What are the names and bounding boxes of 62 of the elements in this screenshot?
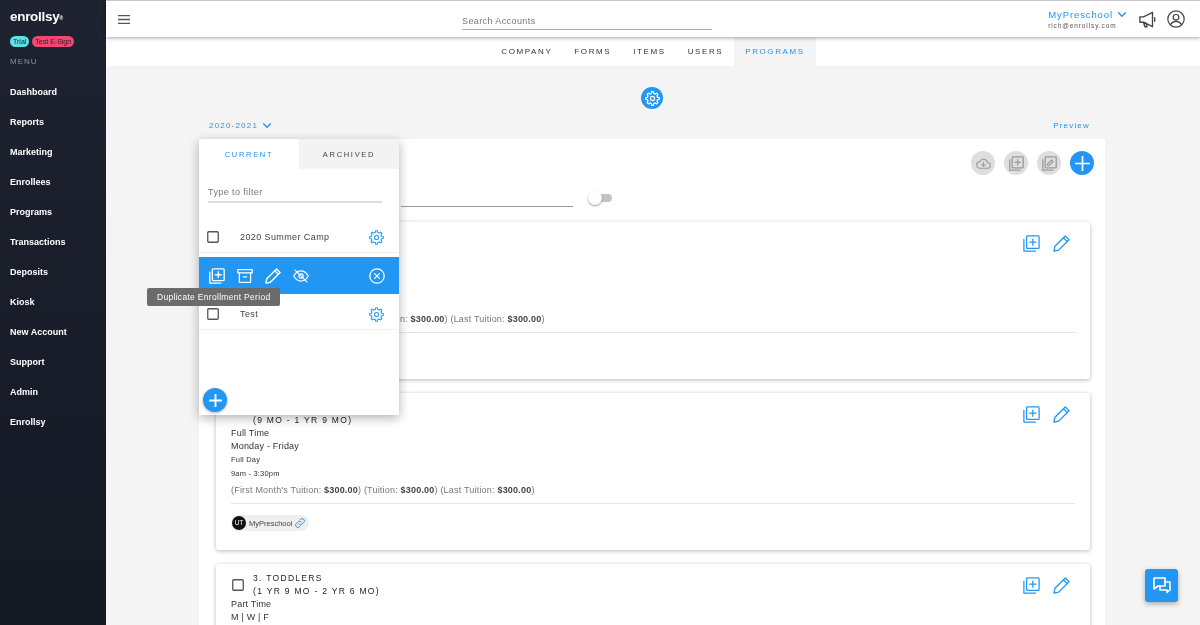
nav-tab[interactable]: ITEMS [622,37,677,66]
chevron-icon [1118,12,1126,17]
sidebar-item[interactable]: Admin [10,377,38,407]
duplicate-icon[interactable] [1023,234,1040,252]
duplicate-icon[interactable] [1023,405,1040,423]
tuition-text: n: $300.00) (Last Tuition: $300.00) [400,314,545,324]
sidebar-item[interactable]: Support [10,347,45,377]
chat-button[interactable] [1145,569,1178,602]
schedule-text: Full Time [231,428,270,438]
pencil-icon[interactable] [1053,405,1070,423]
schedule-text: Part Time [231,599,272,609]
close-icon[interactable] [369,267,385,284]
pencil-icon[interactable] [1053,234,1070,252]
nav-tab[interactable]: USERS [676,37,735,66]
days-text: M | W | F [231,612,269,622]
chevron-icon [263,122,272,128]
user-icon[interactable] [1167,10,1185,28]
settings-button[interactable] [641,87,663,109]
age-range: (1 YR 9 MO - 2 YR 6 MO) [253,586,380,596]
period-name[interactable]: Test [240,309,259,319]
pencil-icon[interactable] [1053,576,1070,594]
menu-heading: MENU [10,57,38,66]
archive-box-icon[interactable] [237,267,253,284]
pencil-copy-icon [1041,155,1057,171]
sidebar-item[interactable]: Programs [10,197,53,227]
program-title: 3. TODDLERS [253,573,323,583]
sidebar-item[interactable]: Enrollees [10,167,51,197]
settings-icon[interactable] [369,229,384,245]
link-icon[interactable] [295,518,306,528]
nav-tab[interactable]: COMPANY [490,37,564,66]
age-range: (9 MO - 1 YR 9 MO) [253,415,353,425]
add-button[interactable] [203,388,227,412]
duplicate-icon[interactable] [1023,576,1040,594]
search-field[interactable]: Search Accounts [462,16,712,30]
plus-icon [208,393,222,407]
sidebar-item[interactable]: Deposits [10,257,48,287]
toggle-switch[interactable] [588,191,612,205]
sidebar-item[interactable]: Kiosk [10,287,35,317]
sidebar-item[interactable]: New Account [10,317,67,347]
eye-slash-icon[interactable] [293,267,309,284]
period-name[interactable]: 2020 Summer Camp [240,232,330,242]
nav-tab[interactable]: FORMS [563,37,623,66]
settings-icon[interactable] [369,306,384,322]
duplicate-icon[interactable] [209,267,225,284]
duplicate-icon [1008,155,1024,171]
settings-icon [644,90,660,106]
plus-icon [1074,155,1090,171]
checkbox[interactable] [232,579,244,591]
menu-icon[interactable] [118,14,130,24]
sidebar-item[interactable]: Marketing [10,137,53,167]
days-text: Monday - Friday [231,441,300,451]
chat-icon [1152,577,1171,594]
sidebar-item[interactable]: Enrollsy [10,407,46,437]
tooltip: Duplicate Enrollment Period [147,288,281,306]
sidebar-item[interactable]: Reports [10,107,44,137]
add-button[interactable] [1070,151,1094,175]
checkbox[interactable] [207,231,219,243]
sidebar-item[interactable]: Transactions [10,227,66,257]
megaphone-icon[interactable] [1139,10,1157,28]
tuition-text: (First Month's Tuition: $300.00) (Tuition: $300.00) (Last Tuition: $300.00) [231,485,535,495]
sidebar-item[interactable]: Dashboard [10,77,57,107]
checkbox[interactable] [207,308,219,320]
